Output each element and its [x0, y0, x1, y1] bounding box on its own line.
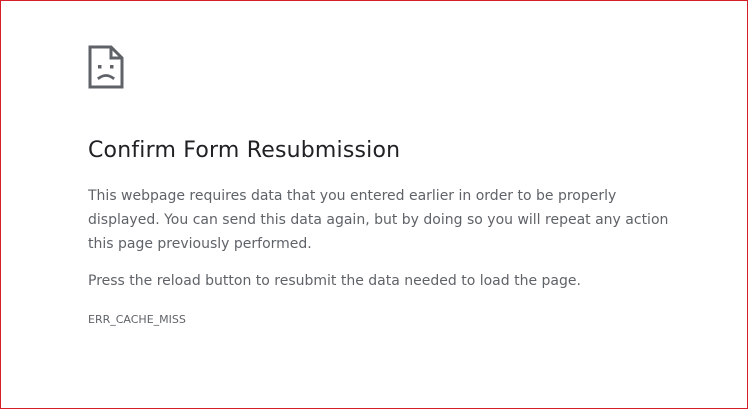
error-description: This webpage requires data that you ente… [88, 188, 669, 252]
error-title: Confirm Form Resubmission [88, 138, 401, 163]
error-content: Confirm Form Resubmission This webpage r… [88, 45, 688, 326]
error-code: ERR_CACHE_MISS [88, 313, 186, 326]
reload-hint: Press the reload button to resubmit the … [88, 273, 581, 289]
browser-error-page: Confirm Form Resubmission This webpage r… [0, 0, 748, 409]
sad-page-icon [88, 45, 124, 89]
